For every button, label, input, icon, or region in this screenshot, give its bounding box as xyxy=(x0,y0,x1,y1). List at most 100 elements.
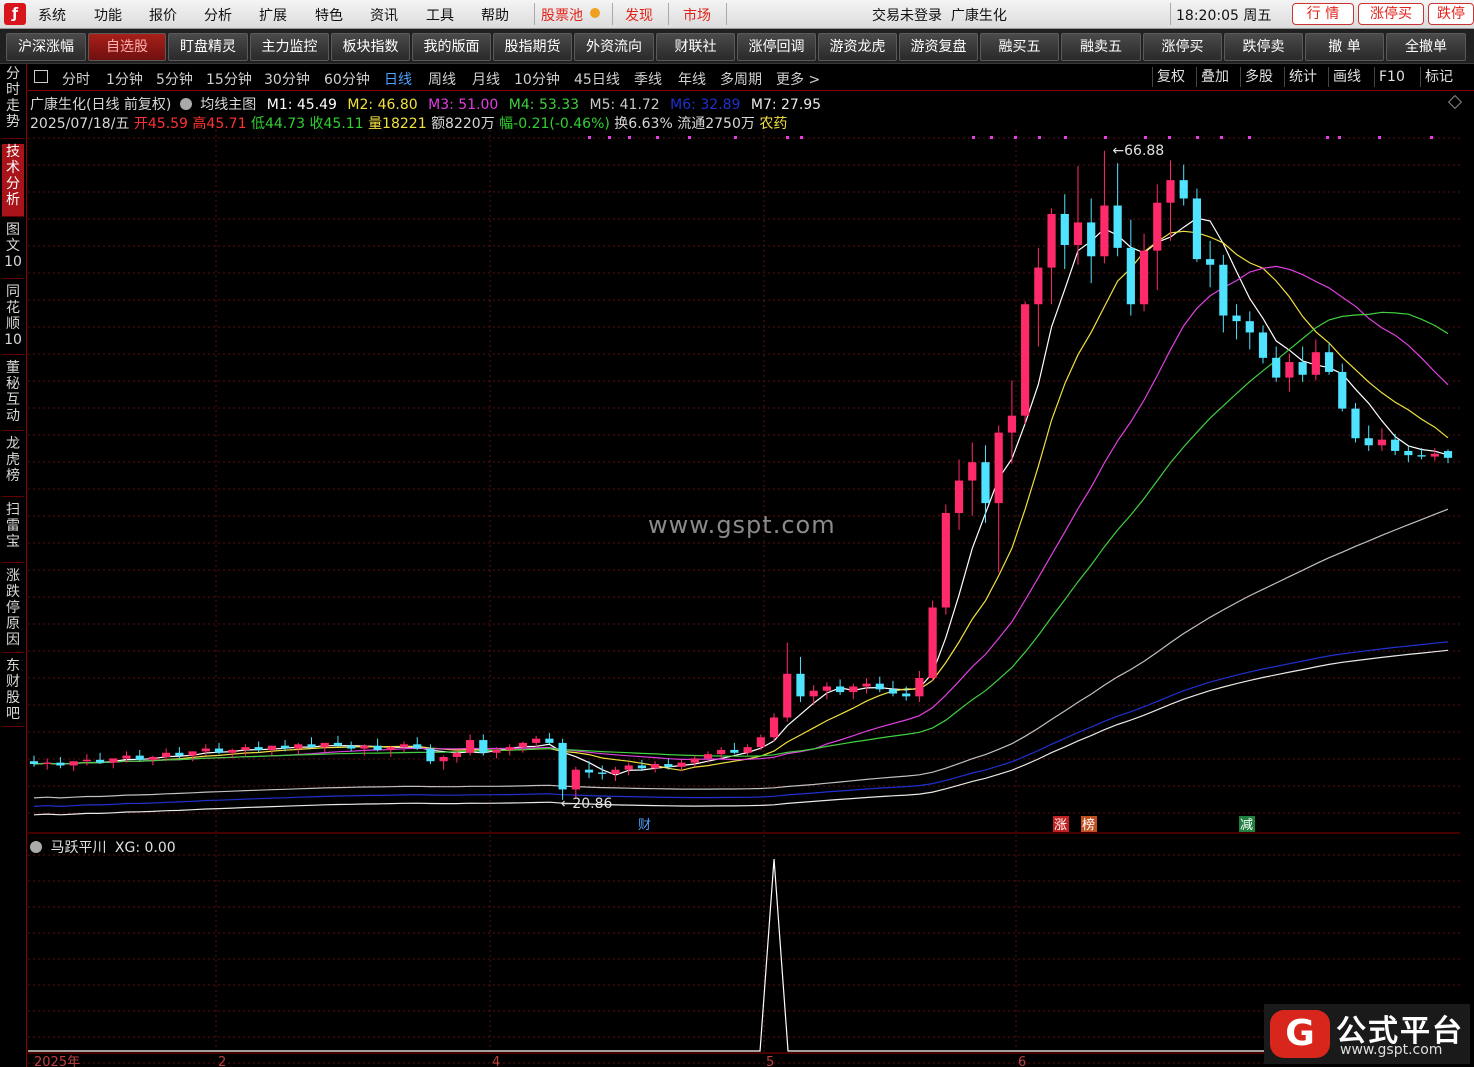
period-tab[interactable]: 5分钟 xyxy=(156,69,193,89)
toolbar-button[interactable]: 游资龙虎 xyxy=(818,33,897,61)
x-axis-label: 2 xyxy=(218,1055,226,1067)
side-tab[interactable]: 东财股吧 xyxy=(2,658,24,727)
toolbar-button[interactable]: 板块指数 xyxy=(331,33,410,61)
candle-body xyxy=(849,686,858,693)
menu-bar: ƒ 系统 功能 报价 分析 扩展 特色 资讯 工具 帮助 股票池 发现 市场 交… xyxy=(0,0,1474,29)
period-tab[interactable]: 年线 xyxy=(678,69,706,89)
menu-tools[interactable]: 工具 xyxy=(426,5,454,25)
toolbar-button[interactable]: 主力监控 xyxy=(250,33,329,61)
menu-quote[interactable]: 报价 xyxy=(149,5,177,25)
menu-feature[interactable]: 特色 xyxy=(315,5,343,25)
toolbar-button[interactable]: 涨停回调 xyxy=(737,33,816,61)
toolbar-button[interactable]: 融买五 xyxy=(980,33,1059,61)
menu-discover[interactable]: 发现 xyxy=(625,5,653,25)
quote-button[interactable]: 行 情 xyxy=(1292,3,1354,25)
signal-dot xyxy=(972,136,975,139)
candle-body xyxy=(624,765,633,770)
toolbar-button[interactable]: 财联社 xyxy=(656,33,735,61)
toolbar-button[interactable]: 融卖五 xyxy=(1061,33,1141,61)
side-tab[interactable]: 扫雷宝 xyxy=(2,502,24,563)
toolbar-button[interactable]: 股指期货 xyxy=(493,33,572,61)
menu-system[interactable]: 系统 xyxy=(38,5,66,25)
toolbar-button[interactable]: 外资流向 xyxy=(574,33,654,61)
chart-tool-button[interactable]: 画线 xyxy=(1328,67,1365,87)
candle-body xyxy=(1087,222,1096,257)
candle-body xyxy=(347,745,356,749)
period-tab[interactable]: 月线 xyxy=(472,69,500,89)
high-price-label: ←66.88 xyxy=(1112,143,1164,159)
toolbar-button[interactable]: 撤 单 xyxy=(1305,33,1384,61)
toolbar-button[interactable]: 全撤单 xyxy=(1386,33,1466,61)
candle-body xyxy=(1364,438,1373,446)
x-axis-label: 2025年 xyxy=(34,1055,80,1067)
menu-analysis[interactable]: 分析 xyxy=(204,5,232,25)
candle-body xyxy=(175,752,184,756)
toolbar-button[interactable]: 涨停买 xyxy=(1143,33,1222,61)
period-tab[interactable]: 周线 xyxy=(428,69,456,89)
chart-tool-button[interactable]: 统计 xyxy=(1284,67,1321,87)
toolbar-button[interactable]: 我的版面 xyxy=(412,33,491,61)
menu-help[interactable]: 帮助 xyxy=(481,5,509,25)
chart-tool-button[interactable]: F10 xyxy=(1374,67,1409,87)
period-tab[interactable]: 季线 xyxy=(634,69,662,89)
side-tab[interactable]: 龙虎榜 xyxy=(2,436,24,497)
side-tab[interactable]: 董秘互动 xyxy=(2,360,24,431)
side-tab[interactable]: 分时走势 xyxy=(2,66,24,139)
candle-body xyxy=(399,744,409,748)
candle-body xyxy=(598,772,607,774)
side-tab[interactable]: 图文10 xyxy=(2,222,24,279)
chart-tool-button[interactable]: 多股 xyxy=(1240,67,1277,87)
period-tab[interactable]: 10分钟 xyxy=(514,69,560,89)
toolbar-button[interactable]: 游资复盘 xyxy=(899,33,978,61)
side-tab[interactable]: 技术分析 xyxy=(2,144,24,217)
candle-body xyxy=(479,740,488,753)
toolbar-button[interactable]: 盯盘精灵 xyxy=(168,33,248,61)
candle-body xyxy=(915,678,924,697)
side-tab[interactable]: 同花顺10 xyxy=(2,284,24,355)
limit-up-buy-button[interactable]: 涨停买 xyxy=(1358,3,1424,25)
period-tab[interactable]: 日线 xyxy=(384,69,412,89)
menu-market[interactable]: 市场 xyxy=(683,5,711,25)
chart-tool-button[interactable]: 叠加 xyxy=(1196,67,1233,87)
menu-function[interactable]: 功能 xyxy=(94,5,122,25)
toolbar-button[interactable]: 沪深涨幅 xyxy=(6,33,86,61)
period-tab[interactable]: 1分钟 xyxy=(106,69,143,89)
indicator-settings-icon[interactable] xyxy=(30,841,42,853)
signal-dot xyxy=(1168,136,1171,139)
period-tab[interactable]: 15分钟 xyxy=(206,69,252,89)
period-tab[interactable]: 30分钟 xyxy=(264,69,310,89)
candle-body xyxy=(1404,450,1413,456)
period-tab[interactable]: 多周期 xyxy=(720,69,762,89)
period-tab[interactable]: 45日线 xyxy=(574,69,620,89)
candle-body xyxy=(717,749,726,755)
candle-body xyxy=(1139,250,1149,305)
chart-tool-button[interactable]: 复权 xyxy=(1152,67,1189,87)
event-tag: 财 xyxy=(638,818,651,833)
panel-toggle-icon[interactable] xyxy=(34,70,48,83)
brand-url: www.gspt.com xyxy=(1340,1042,1443,1058)
candlestick-chart[interactable]: ←66.88 ←20.86 财 涨榜 减 xyxy=(28,90,1460,834)
menu-divider xyxy=(726,3,727,25)
limit-down-button[interactable]: 跌停 xyxy=(1428,3,1474,25)
signal-dot xyxy=(1014,136,1017,139)
indicator-name[interactable]: 马跃平川 xyxy=(50,840,106,856)
period-tab[interactable]: 分时 xyxy=(62,69,90,89)
period-tab[interactable]: 60分钟 xyxy=(324,69,370,89)
app-logo-icon: ƒ xyxy=(4,3,26,25)
chart-tool-button[interactable]: 标记 xyxy=(1420,67,1457,87)
indicator-chart[interactable]: 2025年 2 4 5 6 xyxy=(28,835,1460,1067)
candle-body xyxy=(122,755,131,759)
menu-divider xyxy=(534,3,535,25)
signal-dot xyxy=(734,136,737,139)
toolbar-button[interactable]: 自选股 xyxy=(88,33,166,61)
candle-body xyxy=(1351,408,1360,439)
toolbar-button[interactable]: 跌停卖 xyxy=(1224,33,1303,61)
period-tab[interactable]: 更多 > xyxy=(776,69,820,89)
menu-extend[interactable]: 扩展 xyxy=(259,5,287,25)
menu-stock-pool[interactable]: 股票池 xyxy=(541,5,583,25)
menu-news[interactable]: 资讯 xyxy=(370,5,398,25)
signal-line xyxy=(28,858,1460,1052)
candle-body xyxy=(1443,451,1453,458)
side-tab[interactable]: 涨跌停原因 xyxy=(2,568,24,653)
center-watermark: www.gspt.com xyxy=(648,511,836,539)
